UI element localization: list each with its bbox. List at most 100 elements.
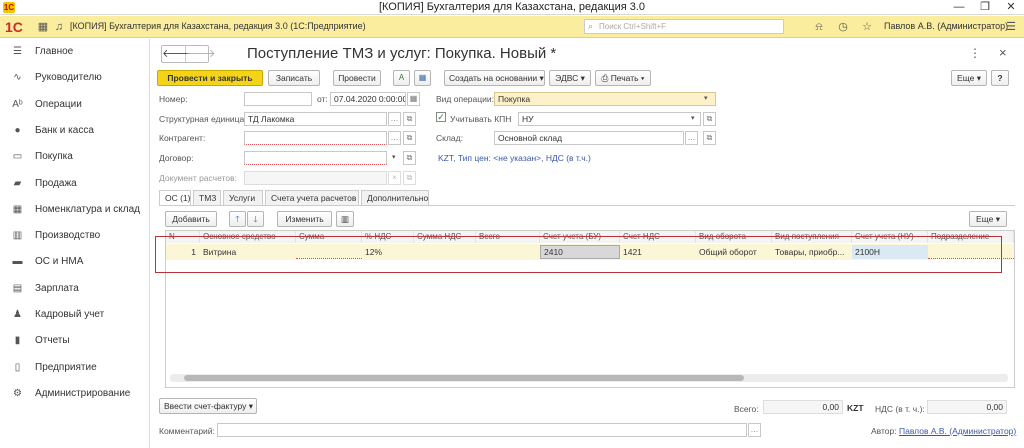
settlement-doc-field[interactable] (244, 171, 387, 185)
search-icon: ⌕ (588, 21, 594, 31)
select-button[interactable]: … (388, 131, 401, 145)
tab-os[interactable]: ОС (1) (159, 190, 191, 206)
chevron-down-icon[interactable]: ▾ (704, 94, 708, 102)
open-icon[interactable]: ⧉ (703, 112, 716, 126)
structure-icon[interactable]: ▦ (414, 70, 431, 86)
bell-icon[interactable]: ♫ (52, 20, 66, 34)
warehouse-field[interactable]: Основной склад (494, 131, 684, 145)
open-icon[interactable]: ⧉ (703, 131, 716, 145)
post-button[interactable]: Провести (333, 70, 381, 86)
close-form-button[interactable]: × (999, 45, 1007, 60)
date-field[interactable]: 07.04.2020 0:00:00 (330, 92, 406, 106)
author-link[interactable]: Павлов А.В. (Администратор) (899, 426, 1016, 436)
settings-menu-icon[interactable]: ☰ (1004, 20, 1018, 34)
table-more-button[interactable]: Еще ▾ (969, 211, 1007, 227)
sidebar-item-label: Руководителю (35, 72, 102, 84)
forward-button[interactable]: 🡒 (186, 46, 216, 62)
open-icon[interactable]: ⧉ (403, 171, 416, 185)
sidebar-item-6[interactable]: ▦ Номенклатура и склад (0, 200, 150, 220)
tab-services[interactable]: Услуги (223, 190, 263, 205)
minimize-button[interactable]: — (946, 0, 972, 15)
horizontal-scrollbar[interactable] (170, 374, 1008, 382)
number-field[interactable] (244, 92, 312, 106)
notification-icon[interactable]: ⍾ (812, 20, 826, 34)
open-icon[interactable]: ⧉ (403, 151, 416, 165)
enter-invoice-button[interactable]: Ввести счет-фактуру ▾ (159, 398, 257, 414)
highlight-frame (155, 236, 1002, 273)
sidebar-item-12[interactable]: ▯ Предприятие (0, 358, 150, 378)
price-info-link[interactable]: KZT, Тип цен: <не указан>, НДС (в т.ч.) (438, 153, 591, 163)
history-icon[interactable]: ◷ (836, 20, 850, 34)
comment-field[interactable] (217, 423, 747, 437)
close-window-button[interactable]: ✕ (998, 0, 1024, 15)
chevron-down-icon[interactable]: ▾ (691, 114, 695, 122)
calendar-icon[interactable]: ▦ (407, 92, 420, 106)
maximize-button[interactable]: ❐ (972, 0, 998, 15)
operation-type-field[interactable]: Покупка (494, 92, 716, 106)
tab-settlement-accounts[interactable]: Счета учета расчетов (265, 190, 359, 205)
help-button[interactable]: ? (991, 70, 1009, 86)
window-title-bar: 1C [КОПИЯ] Бухгалтерия для Казахстана, р… (0, 0, 1024, 15)
chart-icon: ∿ (13, 72, 22, 84)
change-button[interactable]: Изменить (277, 211, 332, 227)
currency-label: KZT (847, 403, 864, 413)
sidebar-item-1[interactable]: ∿ Руководителю (0, 68, 150, 88)
sidebar-item-label: Зарплата (35, 282, 79, 294)
print-button[interactable]: ⎙ Печать ▾ (595, 70, 651, 86)
chevron-down-icon[interactable]: ▾ (392, 153, 396, 161)
edvs-button[interactable]: ЭДВС ▾ (549, 70, 591, 86)
select-button[interactable]: … (388, 112, 401, 126)
clear-icon[interactable]: × (388, 171, 401, 185)
sidebar-item-11[interactable]: ▮ Отчеты (0, 331, 150, 351)
sidebar-item-13[interactable]: ⚙ Администрирование (0, 384, 150, 404)
total-label: Всего: (734, 404, 759, 414)
back-button[interactable]: 🡐 (162, 46, 192, 62)
scrollbar-thumb[interactable] (184, 375, 744, 381)
1c-logo: 1С (5, 19, 23, 35)
save-button[interactable]: Записать (268, 70, 320, 86)
tab-additional[interactable]: Дополнительно (361, 190, 429, 205)
sidebar-item-5[interactable]: ▰ Продажа (0, 174, 150, 194)
sidebar-item-2[interactable]: Aᵇ Операции (0, 95, 150, 115)
sidebar-item-9[interactable]: ▤ Зарплата (0, 279, 150, 299)
open-icon[interactable]: ⧉ (403, 112, 416, 126)
salary-icon: ▤ (12, 282, 23, 294)
post-and-close-button[interactable]: Провести и закрыть (157, 70, 263, 86)
operation-type-label: Вид операции: (436, 94, 494, 104)
sidebar-item-4[interactable]: ▭ Покупка (0, 147, 150, 167)
search-input[interactable]: ⌕ Поиск Ctrl+Shift+F (584, 19, 784, 34)
sidebar: ☰ Главное ∿ Руководителю Aᵇ Операции ● Банк и к… (0, 39, 150, 448)
current-user[interactable]: Павлов А.В. (Администратор) (884, 21, 1008, 31)
more-icon[interactable]: ⋮ (969, 46, 981, 60)
sidebar-item-7[interactable]: ▥ Производство (0, 226, 150, 246)
more-actions-button[interactable]: Еще ▾ (951, 70, 987, 86)
sidebar-item-10[interactable]: ♟ Кадровый учет (0, 305, 150, 325)
sidebar-item-label: ОС и НМА (35, 256, 84, 268)
grid-menu-icon[interactable]: ▦ (36, 20, 50, 34)
contract-field[interactable] (244, 151, 387, 165)
struct-unit-label: Структурная единица: (159, 114, 247, 124)
truck-icon: ▬ (12, 256, 23, 268)
favorites-icon[interactable]: ☆ (860, 20, 874, 34)
move-up-button[interactable]: 🡑 (229, 211, 246, 227)
struct-unit-field[interactable]: ТД Лакомка (244, 112, 387, 126)
add-row-button[interactable]: Добавить (165, 211, 217, 227)
create-based-on-button[interactable]: Создать на основании ▾ (444, 70, 545, 86)
sidebar-item-label: Администрирование (35, 387, 131, 399)
sidebar-item-3[interactable]: ● Банк и касса (0, 121, 150, 141)
sidebar-item-0[interactable]: ☰ Главное (0, 42, 150, 62)
sidebar-item-label: Номенклатура и склад (35, 203, 140, 215)
tab-tmz[interactable]: ТМЗ (193, 190, 221, 205)
open-icon[interactable]: ⧉ (403, 131, 416, 145)
warehouse-icon: ▦ (12, 203, 23, 215)
dt-kt-icon[interactable]: A (393, 70, 410, 86)
barcode-icon[interactable]: ▥ (336, 211, 354, 227)
move-down-button[interactable]: 🡓 (247, 211, 264, 227)
select-button[interactable]: … (685, 131, 698, 145)
contractor-field[interactable] (244, 131, 387, 145)
select-button[interactable]: … (748, 423, 761, 437)
app-top-bar: 1С ▦ ♫ [КОПИЯ] Бухгалтерия для Казахстан… (0, 16, 1024, 38)
kpn-checkbox[interactable]: ✓ (436, 112, 446, 122)
sidebar-item-8[interactable]: ▬ ОС и НМА (0, 252, 150, 272)
kpn-field[interactable]: НУ (518, 112, 701, 126)
